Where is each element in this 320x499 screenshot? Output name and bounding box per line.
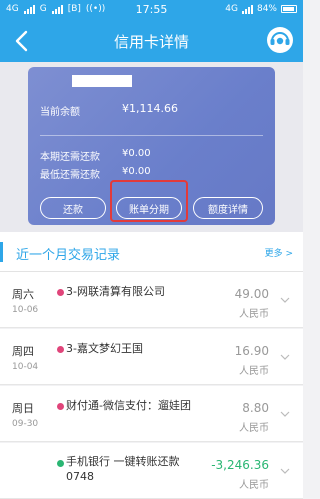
- transaction-weekday: 周日: [12, 402, 34, 415]
- credit-limit-details-button[interactable]: 额度详情: [193, 197, 263, 219]
- balance-value: ¥1,114.66: [122, 102, 178, 115]
- highlight-box: [110, 180, 188, 222]
- transaction-date: 10-04: [12, 362, 39, 372]
- transaction-currency: 人民币: [239, 309, 269, 320]
- transaction-description: 3-嘉文梦幻王国: [66, 342, 143, 355]
- more-link[interactable]: 更多 >: [265, 246, 293, 259]
- repay-button[interactable]: 还款: [40, 197, 106, 219]
- transaction-date: 10-06: [12, 305, 39, 315]
- category-dot-icon: [57, 403, 64, 410]
- min-due-label: 最低还需还款: [40, 170, 100, 181]
- signal-strength-icon: [241, 4, 253, 14]
- transaction-weekday: 周六: [12, 288, 34, 301]
- battery-icon: [281, 5, 297, 13]
- balance-label: 当前余额: [40, 107, 80, 118]
- min-due-value: ¥0.00: [122, 166, 151, 177]
- recent-transactions-header: 近一个月交易记录 更多 >: [0, 232, 303, 272]
- chevron-down-icon[interactable]: [279, 294, 291, 306]
- category-dot-icon: [57, 289, 64, 296]
- page-title: 信用卡详情: [113, 33, 189, 51]
- transaction-amount: -3,246.36: [211, 458, 269, 472]
- card-divider: [40, 135, 263, 136]
- section-title: 近一个月交易记录: [16, 248, 121, 263]
- transaction-currency: 人民币: [239, 366, 269, 377]
- transaction-amount: 8.80: [242, 401, 269, 415]
- masked-card-name: [72, 75, 132, 87]
- transaction-description-line2: 0748: [66, 470, 94, 483]
- chevron-down-icon[interactable]: [279, 351, 291, 363]
- battery-percent: 84%: [256, 4, 277, 14]
- transaction-description: 3-网联清算有限公司: [66, 285, 165, 298]
- network-type-label: 4G: [225, 4, 238, 14]
- transaction-row[interactable]: 手机银行 一键转账还款 0748 -3,246.36 人民币: [0, 443, 303, 499]
- transaction-currency: 人民币: [239, 423, 269, 434]
- app-header: 信用卡详情: [0, 20, 303, 62]
- due-value: ¥0.00: [122, 148, 151, 159]
- chevron-down-icon[interactable]: [279, 465, 291, 477]
- transaction-row[interactable]: 周四 10-04 3-嘉文梦幻王国 16.90 人民币: [0, 329, 303, 385]
- category-dot-icon: [57, 460, 64, 467]
- transaction-description: 财付通-微信支付：遛娃团: [66, 399, 191, 412]
- chevron-down-icon[interactable]: [279, 408, 291, 420]
- transaction-weekday: 周四: [12, 345, 34, 358]
- transaction-row[interactable]: 周六 10-06 3-网联清算有限公司 49.00 人民币: [0, 272, 303, 328]
- transaction-date: 09-30: [12, 419, 39, 429]
- customer-service-icon[interactable]: [265, 25, 295, 55]
- transaction-amount: 16.90: [234, 344, 269, 358]
- transaction-amount: 49.00: [234, 287, 269, 301]
- transaction-currency: 人民币: [239, 480, 269, 491]
- section-accent-bar: [0, 242, 3, 262]
- transaction-row[interactable]: 周日 09-30 财付通-微信支付：遛娃团 8.80 人民币: [0, 386, 303, 442]
- due-label: 本期还需还款: [40, 152, 100, 163]
- category-dot-icon: [57, 346, 64, 353]
- transaction-description: 手机银行 一键转账还款: [66, 455, 180, 468]
- status-bar: 4G G [B] ((•)) 17:55 4G 84%: [0, 0, 303, 20]
